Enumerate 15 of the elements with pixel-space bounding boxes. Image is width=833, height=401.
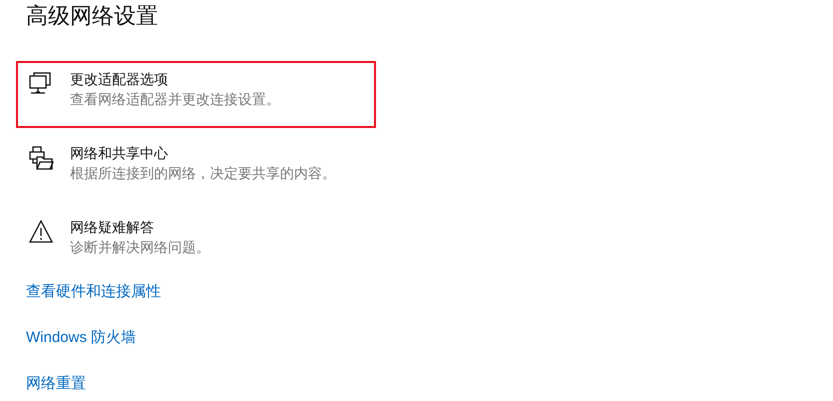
settings-link[interactable]: Windows 防火墙 [26, 328, 136, 348]
warning-icon [28, 219, 54, 245]
option-description: 查看网络适配器并更改连接设置。 [70, 90, 280, 109]
option-description: 根据所连接到的网络，决定要共享的内容。 [70, 164, 336, 183]
option-title: 网络和共享中心 [70, 144, 169, 163]
printer-folder-icon [28, 145, 54, 171]
option-title: 更改适配器选项 [70, 70, 169, 89]
settings-option[interactable]: 网络疑难解答 诊断并解决网络问题。 [16, 209, 376, 276]
settings-option[interactable]: 更改适配器选项 查看网络适配器并更改连接设置。 [16, 61, 376, 128]
settings-link[interactable]: 网络重置 [26, 374, 86, 394]
settings-link[interactable]: 查看硬件和连接属性 [26, 282, 161, 302]
page-title: 高级网络设置 [26, 3, 159, 31]
settings-option[interactable]: 网络和共享中心 根据所连接到的网络，决定要共享的内容。 [16, 135, 376, 202]
option-description: 诊断并解决网络问题。 [70, 238, 210, 257]
option-title: 网络疑难解答 [70, 218, 155, 237]
